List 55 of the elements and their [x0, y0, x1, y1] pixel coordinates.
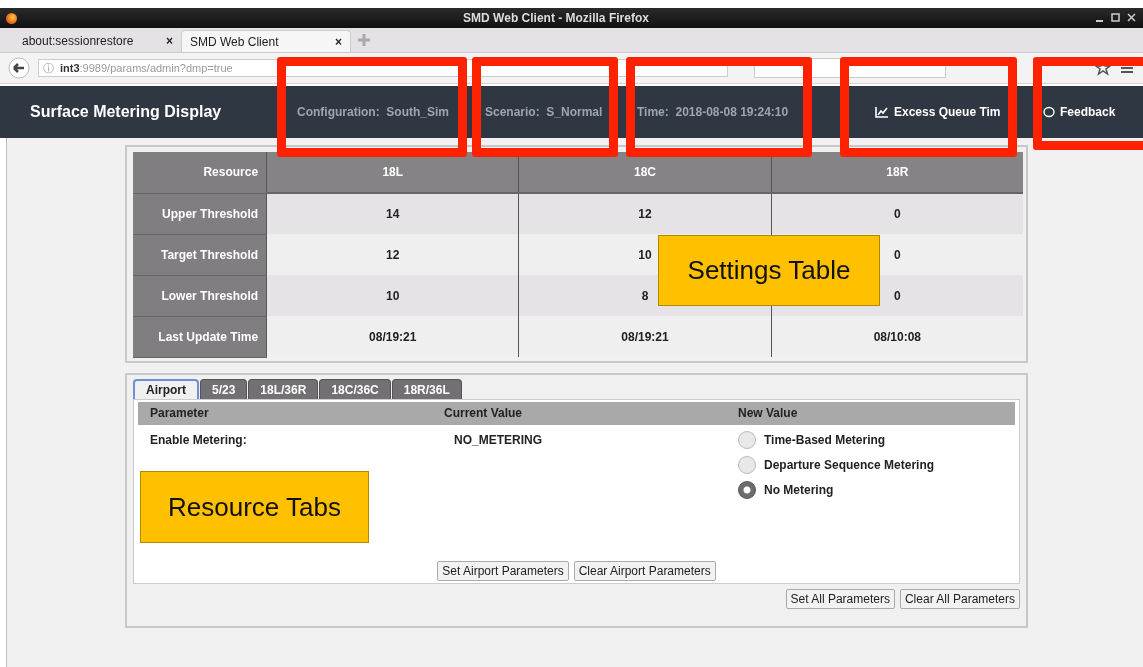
- radio-button[interactable]: [738, 480, 756, 499]
- radio-label: Departure Sequence Metering: [764, 457, 935, 472]
- radio-label: No Metering: [764, 482, 834, 497]
- table-cell: 14: [266, 193, 519, 234]
- callout-label: Resource Tabs: [140, 471, 369, 543]
- row-header: Last Update Time: [133, 316, 267, 357]
- table-cell: 0: [771, 193, 1023, 234]
- column-header: New Value: [738, 406, 798, 421]
- radio-option[interactable]: Departure Sequence Metering: [738, 455, 935, 474]
- resource-tab[interactable]: Airport: [133, 379, 199, 399]
- header-field: Configuration: South_Sim: [297, 105, 485, 119]
- close-icon[interactable]: [1127, 13, 1137, 23]
- radio-option[interactable]: Time-Based Metering: [738, 430, 935, 449]
- speech-bubble-icon: [1043, 106, 1055, 118]
- table-cell: 08/19:21: [266, 316, 519, 357]
- row-header: Target Threshold: [133, 234, 267, 275]
- back-icon[interactable]: [8, 57, 30, 79]
- radio-button[interactable]: [738, 455, 756, 474]
- header-link[interactable]: Excess Queue Tim: [875, 105, 1043, 119]
- resource-tab[interactable]: 18R/36L: [391, 379, 462, 399]
- close-tab-icon[interactable]: ×: [166, 34, 173, 48]
- action-button[interactable]: Set All Parameters: [785, 589, 895, 609]
- action-button[interactable]: Clear All Parameters: [899, 589, 1020, 609]
- line-chart-icon: [875, 106, 889, 118]
- close-tab-icon[interactable]: ×: [335, 34, 342, 49]
- app-title: Surface Metering Display: [30, 103, 223, 121]
- table-cell: 08/19:21: [518, 316, 772, 357]
- action-button[interactable]: Set Airport Parameters: [437, 561, 569, 581]
- parameter-name: Enable Metering:: [150, 432, 247, 447]
- action-button[interactable]: Clear Airport Parameters: [573, 561, 716, 581]
- radio-button[interactable]: [738, 430, 756, 449]
- column-header: Parameter: [149, 406, 210, 421]
- row-header: Upper Threshold: [133, 193, 267, 234]
- browser-tab[interactable]: about:sessionrestore ×: [6, 30, 181, 52]
- header-link[interactable]: Feedback: [1043, 105, 1116, 119]
- radio-option[interactable]: No Metering: [738, 480, 935, 499]
- table-cell: 10: [266, 275, 519, 316]
- browser-tab[interactable]: SMD Web Client ×: [181, 30, 351, 52]
- resource-tab[interactable]: 18L/36R: [248, 379, 319, 399]
- callout-label: Settings Table: [658, 235, 880, 306]
- radio-label: Time-Based Metering: [764, 432, 886, 447]
- current-value: NO_METERING: [454, 432, 542, 447]
- window-title: SMD Web Client - Mozilla Firefox: [462, 11, 650, 25]
- table-cell: 12: [518, 193, 772, 234]
- resource-tab[interactable]: 18C/36C: [319, 379, 391, 399]
- maximize-icon[interactable]: [1111, 13, 1121, 23]
- table-cell: 08/10:08: [771, 316, 1023, 357]
- header-field: Scenario: S_Normal: [485, 105, 637, 119]
- header-field: Time: 2018-08-08 19:24:10: [637, 105, 875, 119]
- table-cell: 12: [266, 234, 519, 275]
- column-header: Resource: [133, 152, 267, 193]
- resource-tab[interactable]: 5/23: [200, 379, 248, 399]
- column-header: Current Value: [444, 406, 524, 421]
- row-header: Lower Threshold: [133, 275, 267, 316]
- browser-logo-icon: [6, 12, 17, 24]
